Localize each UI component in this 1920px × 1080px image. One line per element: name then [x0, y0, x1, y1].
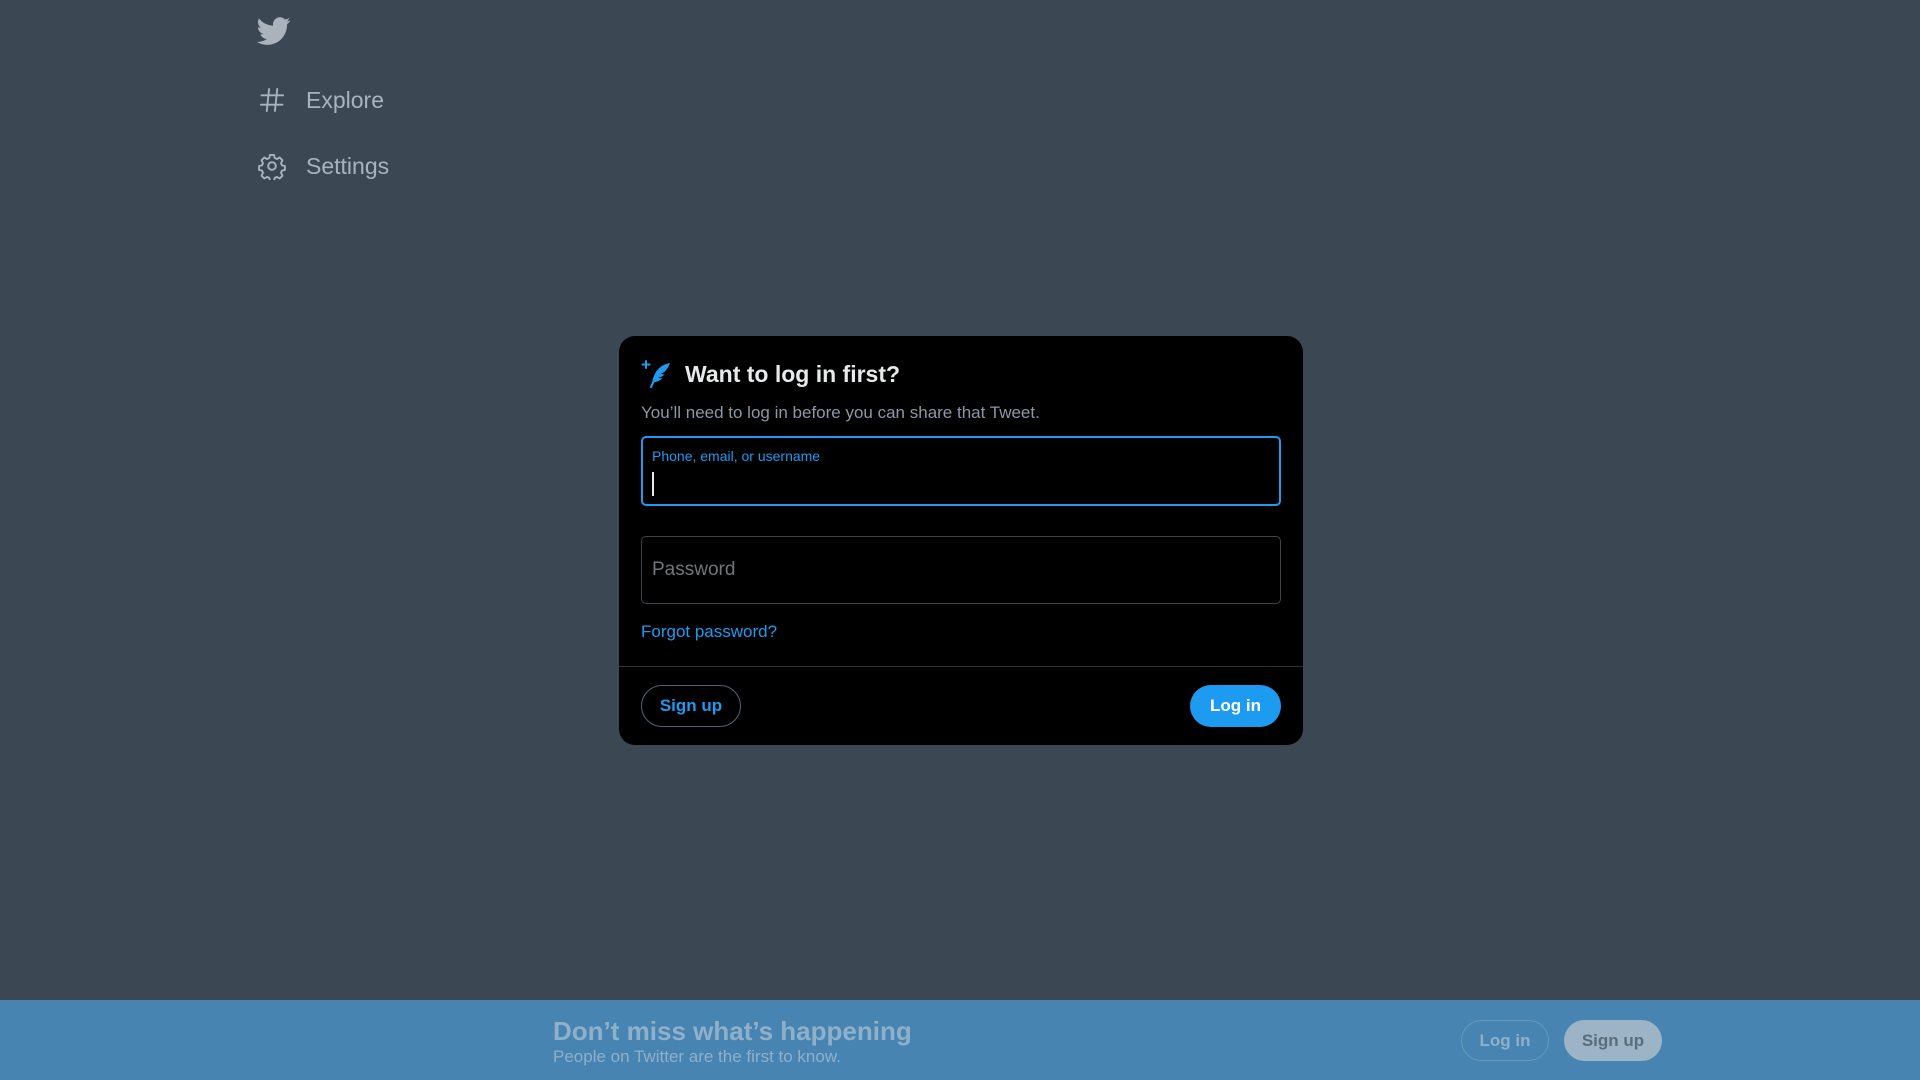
- signup-button[interactable]: Sign up: [641, 685, 741, 727]
- sidebar-item-explore[interactable]: Explore: [255, 75, 384, 125]
- banner-signup-button[interactable]: Sign up: [1564, 1020, 1662, 1061]
- username-field[interactable]: Phone, email, or username: [641, 436, 1281, 506]
- dialog-subtitle: You’ll need to log in before you can sha…: [641, 403, 1040, 422]
- hashtag-icon: [255, 83, 289, 117]
- login-button[interactable]: Log in: [1190, 685, 1281, 727]
- banner-login-button[interactable]: Log in: [1461, 1020, 1549, 1061]
- dialog-title: Want to log in first?: [685, 360, 901, 387]
- dialog-header: Want to log in first?: [641, 358, 900, 390]
- banner-title: Don’t miss what’s happening: [553, 1016, 912, 1046]
- quill-sparkle-icon: [641, 358, 673, 390]
- password-placeholder: Password: [652, 559, 736, 580]
- gear-icon: [255, 149, 289, 183]
- banner-subtitle: People on Twitter are the first to know.: [553, 1047, 841, 1066]
- text-caret: [652, 472, 654, 496]
- bottom-banner: Don’t miss what’s happening People on Tw…: [0, 1000, 1920, 1080]
- password-field[interactable]: Password: [641, 536, 1281, 604]
- forgot-password-link[interactable]: Forgot password?: [641, 622, 777, 642]
- sidebar-item-label: Explore: [306, 86, 384, 113]
- twitter-bird-icon[interactable]: [256, 14, 291, 48]
- dialog-divider: [619, 666, 1303, 667]
- login-dialog: Want to log in first? You’ll need to log…: [619, 336, 1303, 745]
- sidebar-item-label: Settings: [306, 152, 390, 179]
- sidebar-item-settings[interactable]: Settings: [255, 141, 389, 191]
- username-field-label: Phone, email, or username: [652, 448, 821, 464]
